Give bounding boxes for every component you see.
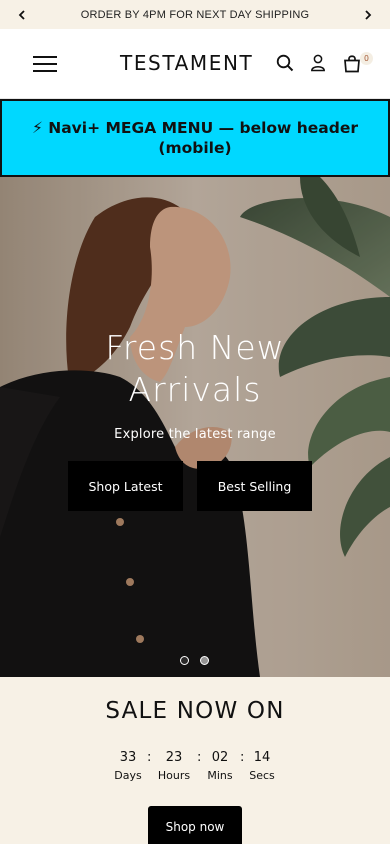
- chevron-left-icon[interactable]: [14, 7, 30, 23]
- mega-menu-banner[interactable]: ⚡ Navi+ MEGA MENU — below header (mobile…: [0, 99, 390, 177]
- menu-icon[interactable]: [33, 54, 59, 74]
- sale-title: SALE NOW ON: [105, 698, 285, 724]
- countdown-hours-value: 23: [165, 750, 183, 765]
- site-header: TESTAMENT 0: [0, 29, 390, 99]
- countdown-days-label: Days: [114, 769, 142, 782]
- countdown-mins-value: 02: [211, 750, 229, 765]
- mega-menu-banner-text: ⚡ Navi+ MEGA MENU — below header (mobile…: [31, 119, 359, 157]
- brand-logo[interactable]: TESTAMENT: [120, 51, 253, 75]
- cart-count-badge: 0: [360, 52, 373, 65]
- best-selling-button[interactable]: Best Selling: [197, 461, 312, 511]
- chevron-right-icon[interactable]: [360, 7, 376, 23]
- hero-subtitle: Explore the latest range: [114, 427, 276, 442]
- countdown-mins-label: Mins: [207, 769, 233, 782]
- shop-latest-button[interactable]: Shop Latest: [68, 461, 183, 511]
- announcement-bar: ORDER BY 4PM FOR NEXT DAY SHIPPING: [0, 0, 390, 29]
- sale-section: SALE NOW ON 33 Days : 23 Hours : 02 Mins…: [0, 677, 390, 844]
- countdown-secs-value: 14: [253, 750, 271, 765]
- search-icon[interactable]: [274, 52, 296, 74]
- account-icon[interactable]: [307, 52, 329, 74]
- announcement-text: ORDER BY 4PM FOR NEXT DAY SHIPPING: [80, 8, 310, 21]
- hero-slideshow: Fresh New Arrivals Explore the latest ra…: [0, 177, 390, 677]
- hero-title: Fresh New Arrivals: [105, 328, 285, 409]
- slide-dot-1[interactable]: [180, 656, 189, 665]
- countdown-hours-label: Hours: [157, 769, 191, 782]
- countdown-secs-label: Secs: [249, 769, 275, 782]
- countdown-days-value: 33: [119, 750, 137, 765]
- countdown-separator: :: [147, 750, 152, 765]
- slide-dot-2[interactable]: [200, 656, 209, 665]
- shop-now-button[interactable]: Shop now: [148, 806, 242, 844]
